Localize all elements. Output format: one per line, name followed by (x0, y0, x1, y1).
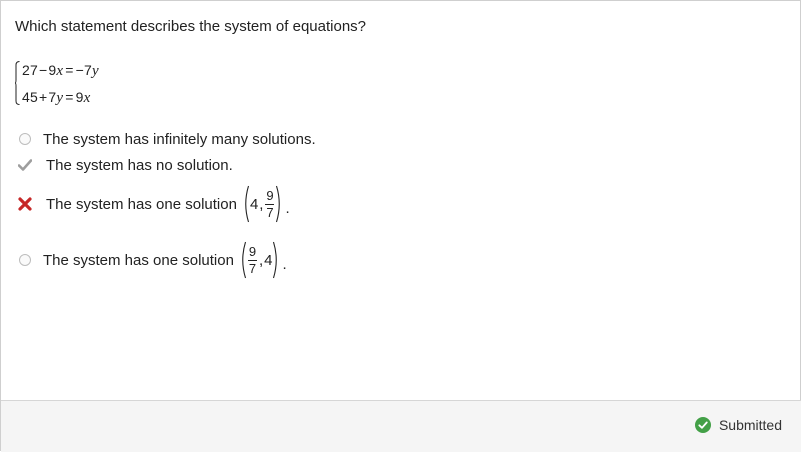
check-icon (18, 159, 32, 171)
eq1-rhs-coefficient: 7 (84, 62, 93, 78)
answer-option-label: The system has one solution (43, 251, 234, 269)
right-paren-icon (276, 185, 281, 223)
answer-option-content: The system has one solution 9 7 , 4 . (43, 241, 287, 279)
pair-comma: , (259, 195, 264, 213)
left-paren-icon (245, 185, 249, 223)
answer-option-1[interactable]: The system has infinitely many solutions… (17, 126, 316, 152)
pair-x-fraction: 9 7 (247, 243, 257, 276)
eq2-operator: + (38, 89, 48, 105)
answer-option-4[interactable]: The system has one solution 9 7 , 4 . (17, 237, 287, 283)
pair-comma: , (258, 251, 264, 269)
radio-button[interactable] (19, 133, 31, 145)
equation-1: 27−9x = −7y (22, 62, 99, 80)
eq2-equals: = (65, 89, 74, 105)
eq2-rhs-coefficient: 9 (75, 89, 84, 105)
footer-bar: Submitted (1, 400, 801, 452)
eq1-variable-y: y (92, 63, 99, 79)
sentence-period: . (282, 256, 287, 273)
fraction-denominator: 7 (248, 260, 257, 276)
answer-option-label: The system has no solution. (46, 156, 233, 174)
eq1-equals: = (65, 62, 74, 78)
submission-status: Submitted (694, 417, 782, 433)
right-paren-icon (273, 241, 278, 279)
equation-2: 45+7y = 9x (22, 89, 90, 107)
fraction-numerator: 9 (248, 243, 257, 259)
answer-option-content: The system has one solution 4 , 9 7 . (46, 185, 290, 223)
eq1-operator: − (38, 62, 48, 78)
question-prompt: Which statement describes the system of … (15, 18, 367, 35)
radio-button[interactable] (19, 254, 31, 266)
sentence-period: . (285, 200, 290, 217)
eq1-variable-x: x (56, 63, 64, 79)
eq1-constant: 27 (22, 62, 38, 78)
answer-option-label: The system has infinitely many solutions… (43, 130, 316, 148)
question-panel: Which statement describes the system of … (0, 0, 801, 452)
fraction-numerator: 9 (266, 187, 274, 203)
fraction-denominator: 7 (266, 204, 274, 220)
pair-y-fraction: 9 7 (265, 187, 275, 220)
x-icon (18, 197, 32, 211)
left-paren-icon (242, 241, 246, 279)
ordered-pair: 9 7 , 4 . (239, 241, 287, 279)
check-circle-icon (694, 417, 711, 433)
pair-y-value: 4 (264, 251, 273, 269)
answer-option-3[interactable]: The system has one solution 4 , 9 7 . (17, 181, 290, 227)
eq1-negative-sign: − (75, 62, 85, 78)
eq2-constant: 45 (22, 89, 38, 105)
left-brace-icon (15, 61, 20, 105)
eq2-variable-y: y (56, 90, 64, 106)
status-label: Submitted (718, 417, 782, 433)
answer-option-2[interactable]: The system has no solution. (17, 152, 233, 178)
ordered-pair: 4 , 9 7 . (242, 185, 290, 223)
answer-option-label: The system has one solution (46, 195, 237, 213)
eq2-variable-x: x (83, 90, 91, 106)
pair-x-value: 4 (249, 195, 259, 213)
